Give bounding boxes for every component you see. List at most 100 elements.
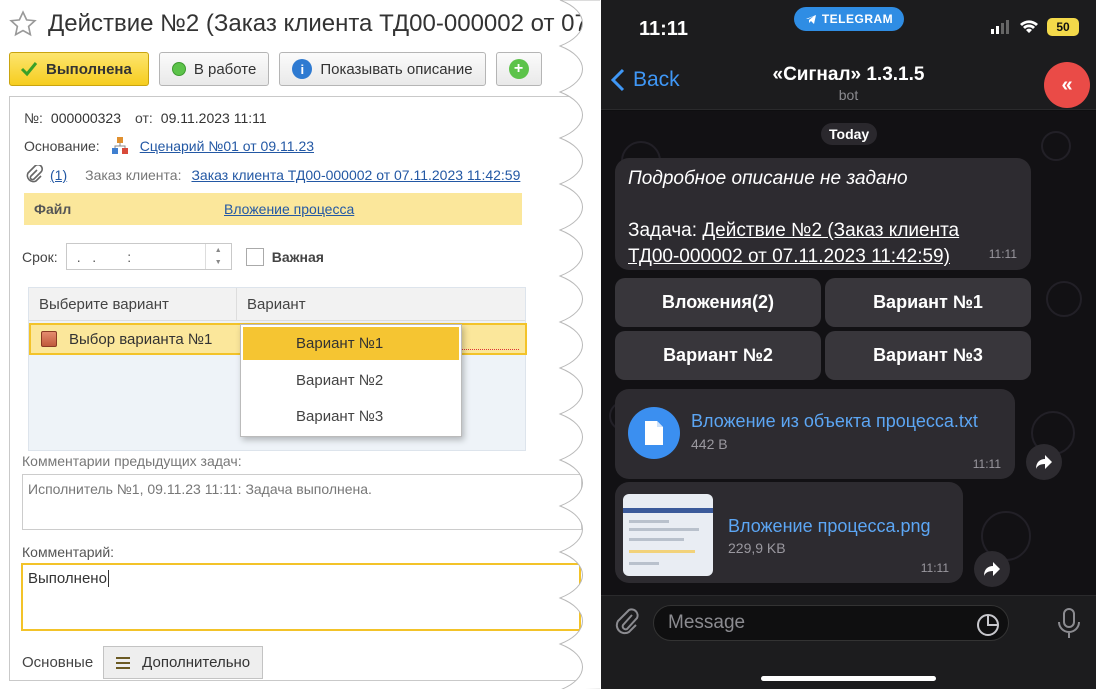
telegram-pill-label: TELEGRAM — [821, 12, 894, 26]
comment-textarea[interactable]: Выполнено — [21, 563, 581, 631]
signal-icon — [991, 20, 1009, 34]
done-button-label: Выполнена — [46, 60, 132, 78]
grid-row-label: Выбор варианта №1 — [69, 330, 213, 348]
comment-value: Выполнено — [28, 570, 107, 587]
task-form-panel: Действие №2 (Заказ клиента ТД00-000002 о… — [0, 0, 600, 689]
spin-up-icon[interactable]: ▲ — [215, 247, 222, 254]
row-item-icon — [41, 331, 57, 347]
sticker-icon[interactable] — [976, 613, 1000, 637]
file-link[interactable]: Вложение процесса — [224, 201, 354, 217]
order-label: Заказ клиента: — [85, 167, 182, 183]
message-time: 11:11 — [988, 247, 1017, 261]
message-placeholder: Message — [668, 612, 746, 633]
term-date-input[interactable]: . . : ▲ ▼ — [65, 243, 232, 270]
paperclip-icon[interactable] — [24, 165, 44, 185]
show-description-label: Показывать описание — [320, 60, 473, 78]
keyboard-button-variant-1[interactable]: Вариант №1 — [825, 278, 1031, 327]
form-tabs: Основные Дополнительно — [12, 646, 264, 679]
checkmark-icon — [20, 61, 38, 77]
grid-col-choose[interactable]: Выберите вариант — [29, 288, 237, 320]
chat-subtitle: bot — [838, 87, 859, 103]
attach-paperclip-icon[interactable] — [613, 608, 641, 638]
number-row: №: 000000323 от: 09.11.2023 11:11 — [24, 110, 267, 126]
message-input-bar: Message — [601, 595, 1096, 689]
microphone-icon[interactable] — [1057, 608, 1081, 640]
tab-additional-label: Дополнительно — [142, 654, 251, 671]
menu-lines-icon — [116, 656, 131, 669]
favorite-star-icon[interactable] — [8, 9, 38, 39]
file-name-png[interactable]: Вложение процесса.png — [728, 516, 931, 537]
green-status-icon — [171, 62, 186, 76]
show-description-button[interactable]: i Показывать описание — [279, 52, 486, 86]
dropdown-option-3[interactable]: Вариант №3 — [241, 398, 461, 434]
grid-col-variant[interactable]: Вариант — [237, 296, 306, 313]
telegram-pill[interactable]: TELEGRAM — [794, 7, 904, 31]
telegram-panel: 11:11 TELEGRAM 50 Back «Сигнал» 1.3.1.5 … — [601, 0, 1096, 689]
bot-message[interactable]: Подробное описание не задано Задача: Дей… — [615, 158, 1031, 270]
prev-comments-field[interactable]: Исполнитель №1, 09.11.23 11:11: Задача в… — [22, 474, 582, 530]
date-spinner[interactable]: ▲ ▼ — [204, 244, 231, 269]
wallpaper-doodle — [1041, 131, 1071, 161]
done-button[interactable]: Выполнена — [9, 52, 149, 86]
basis-label: Основание: — [24, 138, 100, 154]
basis-row: Основание: Сценарий №01 от 09.11.23 — [24, 136, 314, 156]
file-time-png: 11:11 — [920, 561, 949, 575]
file-time-txt: 11:11 — [972, 457, 1001, 471]
task-link-line2[interactable]: ТД00-000002 от 07.11.2023 11:42:59) — [628, 246, 950, 267]
order-link[interactable]: Заказ клиента ТД00-000002 от 07.11.2023 … — [191, 167, 520, 183]
share-icon[interactable] — [974, 551, 1010, 587]
comment-label: Комментарий: — [22, 544, 115, 560]
image-thumbnail[interactable] — [623, 494, 713, 576]
file-name-txt[interactable]: Вложение из объекта процесса.txt — [691, 411, 978, 432]
prev-comments-label: Комментарии предыдущих задач: — [22, 453, 242, 469]
status-icons: 50 — [991, 18, 1079, 36]
dropdown-option-2[interactable]: Вариант №2 — [241, 362, 461, 398]
order-row: (1) Заказ клиента: Заказ клиента ТД00-00… — [24, 165, 520, 185]
grid-header: Выберите вариант Вариант — [29, 288, 525, 321]
basis-link[interactable]: Сценарий №01 от 09.11.23 — [140, 138, 314, 154]
battery-icon: 50 — [1047, 18, 1079, 36]
attachments-count-link[interactable]: (1) — [50, 167, 67, 183]
important-checkbox[interactable] — [245, 247, 264, 266]
term-row: Срок: . . : ▲ ▼ Важная — [22, 243, 324, 270]
task-label: Задача: — [628, 220, 698, 241]
telegram-plane-icon — [805, 15, 816, 24]
toolbar: Выполнена В работе i Показывать описание… — [9, 52, 542, 86]
variant-dropdown: Вариант №1 Вариант №2 Вариант №3 — [240, 324, 462, 437]
date-badge: Today — [821, 123, 878, 145]
clock: 11:11 — [639, 18, 688, 40]
page-title: Действие №2 (Заказ клиента ТД00-000002 о… — [48, 10, 595, 37]
number-label: №: — [24, 110, 43, 126]
task-link-line1[interactable]: Действие №2 (Заказ клиента — [702, 220, 959, 241]
file-size-txt: 442 B — [691, 436, 728, 452]
keyboard-button-attachments[interactable]: Вложения(2) — [615, 278, 821, 327]
dropdown-option-1[interactable]: Вариант №1 — [243, 327, 459, 360]
file-message-txt[interactable]: Вложение из объекта процесса.txt 442 B 1… — [615, 389, 1015, 479]
file-row: Файл Вложение процесса — [24, 193, 522, 225]
chat-title: «Сигнал» 1.3.1.5 — [772, 64, 925, 85]
message-input[interactable]: Message — [653, 605, 1009, 641]
date-label: от: — [135, 110, 153, 126]
term-label: Срок: — [22, 248, 58, 265]
number-value: 000000323 — [50, 110, 121, 126]
form-header: Действие №2 (Заказ клиента ТД00-000002 о… — [8, 6, 594, 42]
home-indicator — [761, 676, 936, 681]
bot-avatar[interactable]: « — [1044, 62, 1090, 108]
in-work-button-label: В работе — [193, 60, 257, 78]
tab-main[interactable]: Основные — [12, 646, 103, 679]
message-line1: Подробное описание не задано — [628, 168, 908, 189]
spin-down-icon[interactable]: ▼ — [215, 259, 222, 266]
document-icon[interactable] — [628, 407, 680, 459]
keyboard-button-variant-3[interactable]: Вариант №3 — [825, 331, 1031, 380]
term-date-value: . . : — [76, 248, 132, 265]
file-message-png[interactable]: Вложение процесса.png 229,9 KB 11:11 — [615, 482, 963, 583]
chat-header: Back «Сигнал» 1.3.1.5 bot « — [601, 60, 1096, 110]
file-label: Файл — [34, 201, 72, 217]
share-icon[interactable] — [1026, 444, 1062, 480]
wifi-icon — [1020, 20, 1038, 33]
in-work-button[interactable]: В работе — [158, 52, 270, 86]
scenario-icon — [111, 137, 128, 154]
wallpaper-doodle — [1046, 281, 1082, 317]
keyboard-button-variant-2[interactable]: Вариант №2 — [615, 331, 821, 380]
tab-additional[interactable]: Дополнительно — [103, 646, 264, 679]
